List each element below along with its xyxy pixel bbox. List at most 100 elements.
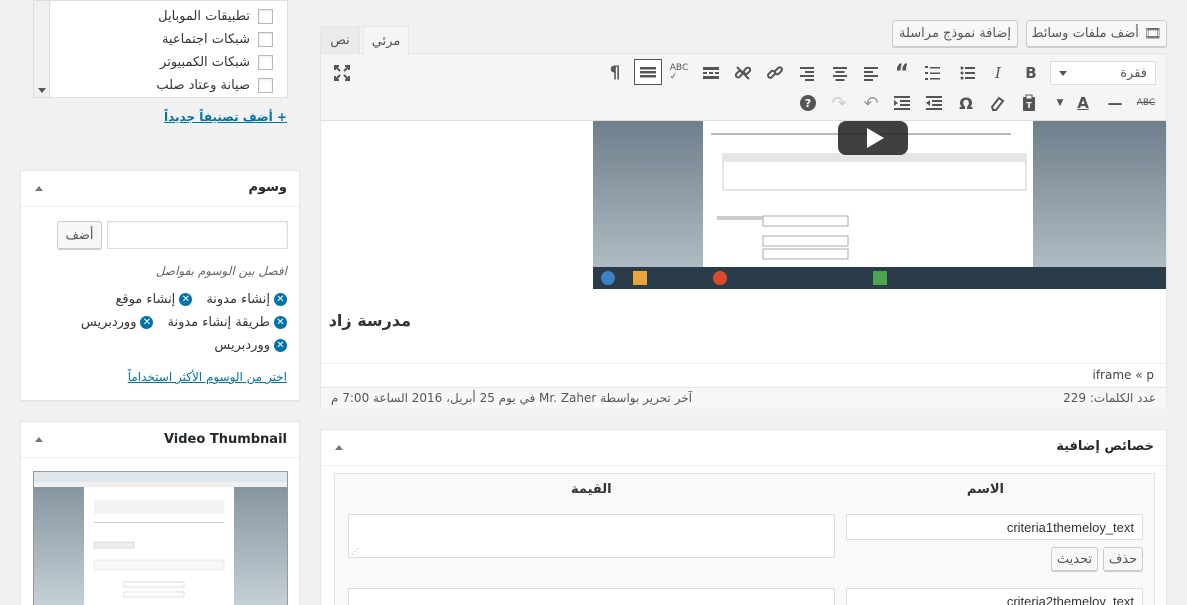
remove-tag-icon[interactable]: ✕ (274, 338, 287, 352)
category-label: تطبيقات الموبايل (158, 8, 250, 24)
thumbnail-header[interactable]: Video Thumbnail (21, 422, 299, 458)
tag-row: ✕ إنشاء مدونة ✕ إنشاء موقع (105, 289, 287, 309)
category-item[interactable]: صيانة وعتاد صلب (156, 74, 273, 96)
scroll-down-icon[interactable] (38, 88, 46, 93)
horizontal-line-icon[interactable]: — (1102, 90, 1128, 116)
bold-icon[interactable]: B (1018, 60, 1044, 86)
category-label: صيانة وعتاد صلب (156, 77, 250, 93)
add-tag-button[interactable]: أضف (57, 221, 102, 249)
svg-text:?: ? (805, 97, 811, 110)
remove-tag-icon[interactable]: ✕ (274, 292, 287, 306)
custom-fields-header[interactable]: خصائص إضافية (321, 430, 1166, 466)
category-scrollbar[interactable] (34, 1, 50, 97)
tags-header[interactable]: وسوم (21, 171, 299, 207)
custom-field-key[interactable] (846, 588, 1143, 605)
blockquote-icon[interactable]: “ (889, 60, 915, 86)
add-category-link[interactable]: + أضف تصنيفاً جديداً (164, 110, 287, 124)
category-item[interactable]: شبكات الكمبيوتر (160, 51, 273, 73)
tag-label: ووردبريس (214, 337, 270, 353)
custom-field-value[interactable] (348, 588, 835, 605)
unlink-icon[interactable] (730, 60, 756, 86)
toggle-arrow-icon[interactable] (335, 445, 343, 450)
thumbnail-image[interactable] (33, 471, 288, 605)
add-media-button[interactable]: 🎞 أضف ملفات وسائط (1026, 20, 1167, 47)
category-label: شبكات الكمبيوتر (160, 54, 250, 70)
editor-toolbar: فقرة B I “ ABC ✓ ¶ ABC — A ▼ T Ω ↶ ↷ ? (321, 54, 1166, 121)
element-path: iframe « p (1092, 368, 1154, 382)
tag-item: ✕ ووردبريس (214, 338, 287, 353)
svg-text:T: T (1026, 101, 1032, 110)
category-item[interactable]: تطبيقات الموبايل (158, 5, 273, 27)
add-form-button[interactable]: إضافة نموذج مراسلة (892, 20, 1018, 47)
format-select-value: فقرة (1120, 65, 1147, 81)
tag-item: ✕ طريقة إنشاء مدونة (167, 315, 287, 330)
media-icon: 🎞 (1143, 25, 1162, 42)
content-heading: مدرسة زاد (328, 311, 411, 330)
thumbnail-screenshot (34, 472, 287, 605)
fullscreen-icon[interactable] (329, 60, 355, 86)
checkbox[interactable] (258, 77, 273, 93)
tag-item: ✕ إنشاء موقع (115, 291, 193, 307)
paste-text-icon[interactable]: T (1016, 90, 1042, 116)
editor-path-bar: iframe « p (321, 363, 1166, 387)
redo-icon[interactable]: ↷ (826, 90, 852, 116)
text-color-icon[interactable]: A (1070, 90, 1096, 116)
most-used-tags-link[interactable]: اختر من الوسوم الأكثر استخداماً (128, 370, 287, 384)
category-item[interactable]: شبكات اجتماعية (162, 28, 273, 50)
checkbox[interactable] (258, 54, 273, 70)
special-character-icon[interactable]: Ω (953, 90, 979, 116)
toggle-arrow-icon[interactable] (35, 186, 43, 191)
tags-hint: افصل بين الوسوم بفواصل (155, 264, 287, 278)
tag-input[interactable] (107, 221, 288, 249)
custom-fields-title: خصائص إضافية (1056, 439, 1154, 454)
tab-visual[interactable]: مرئي (363, 26, 409, 55)
link-icon[interactable] (762, 60, 788, 86)
outdent-icon[interactable] (921, 90, 947, 116)
numbered-list-icon[interactable] (920, 60, 946, 86)
spellcheck-icon[interactable]: ABC ✓ (666, 60, 692, 86)
remove-tag-icon[interactable]: ✕ (179, 292, 193, 306)
rtl-icon[interactable]: ¶ (602, 60, 628, 86)
tag-label: طريقة إنشاء مدونة (167, 314, 270, 330)
strikethrough-icon[interactable]: ABC (1133, 90, 1159, 116)
remove-tag-icon[interactable]: ✕ (274, 315, 287, 329)
category-label: شبكات اجتماعية (161, 31, 250, 47)
tag-row: ✕ طريقة إنشاء مدونة ✕ ووردبريس (71, 312, 287, 332)
help-icon[interactable]: ? (795, 90, 821, 116)
undo-icon[interactable]: ↶ (858, 90, 884, 116)
checkbox[interactable] (258, 8, 273, 24)
column-header-value: القيمة (571, 482, 612, 497)
delete-field-button[interactable]: حذف (1103, 547, 1143, 571)
read-more-icon[interactable] (698, 60, 724, 86)
add-media-label: أضف ملفات وسائط (1031, 26, 1139, 41)
tag-label: إنشاء موقع (115, 291, 176, 307)
chevron-down-icon[interactable]: ▼ (1047, 90, 1073, 116)
remove-tag-icon[interactable]: ✕ (140, 315, 154, 329)
italic-icon[interactable]: I (985, 60, 1011, 86)
align-left-icon[interactable] (858, 60, 884, 86)
custom-field-key[interactable] (846, 514, 1143, 540)
align-right-icon[interactable] (794, 60, 820, 86)
video-embed[interactable] (593, 121, 1166, 289)
tag-row: ✕ ووردبريس (204, 335, 287, 355)
clear-formatting-icon[interactable] (984, 90, 1010, 116)
tag-label: إنشاء مدونة (206, 291, 270, 307)
category-checklist[interactable]: تطبيقات الموبايل شبكات اجتماعية شبكات ال… (33, 0, 288, 98)
tab-text[interactable]: نص (320, 26, 360, 54)
tag-item: ✕ ووردبريس (81, 315, 154, 330)
checkbox[interactable] (258, 31, 273, 47)
align-center-icon[interactable] (827, 60, 853, 86)
chevron-down-icon (1059, 71, 1067, 76)
custom-field-value[interactable]: ⋰ (348, 514, 835, 558)
format-select[interactable]: فقرة (1050, 61, 1156, 85)
update-field-button[interactable]: تحديث (1051, 547, 1098, 571)
bullet-list-icon[interactable] (955, 60, 981, 86)
tags-title: وسوم (248, 180, 287, 195)
indent-icon[interactable] (889, 90, 915, 116)
word-count: عدد الكلمات: 229 (1063, 391, 1156, 405)
editor-content[interactable]: مدرسة زاد (321, 121, 1166, 363)
toolbar-toggle-icon[interactable] (634, 59, 662, 85)
toggle-arrow-icon[interactable] (35, 437, 43, 442)
custom-fields-box: خصائص إضافية الاسم القيمة ⋰ حذف تحديث (320, 429, 1167, 605)
resize-handle-icon[interactable]: ⋰ (351, 547, 359, 556)
